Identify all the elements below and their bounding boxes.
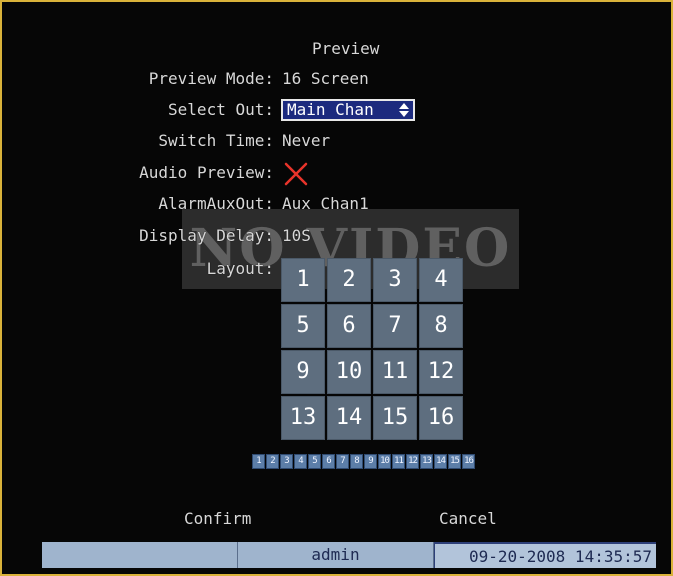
display-delay-value[interactable]: 10S bbox=[282, 226, 311, 246]
status-user: admin bbox=[238, 542, 434, 568]
channel-chip-13[interactable]: 13 bbox=[420, 454, 433, 469]
select-out-label: Select Out: bbox=[168, 100, 274, 119]
layout-cell-16[interactable]: 16 bbox=[419, 396, 463, 440]
status-datetime: 09-20-2008 14:35:57 bbox=[434, 542, 656, 568]
layout-cell-5[interactable]: 5 bbox=[281, 304, 325, 348]
channel-chip-12[interactable]: 12 bbox=[406, 454, 419, 469]
channel-chip-15[interactable]: 15 bbox=[448, 454, 461, 469]
page-title: Preview bbox=[312, 39, 380, 58]
channel-chip-2[interactable]: 2 bbox=[266, 454, 279, 469]
audio-preview-checkbox[interactable] bbox=[284, 162, 308, 186]
layout-cell-7[interactable]: 7 bbox=[373, 304, 417, 348]
layout-cell-3[interactable]: 3 bbox=[373, 258, 417, 302]
channel-chip-14[interactable]: 14 bbox=[434, 454, 447, 469]
preview-mode-label: Preview Mode: bbox=[148, 69, 274, 88]
alarm-aux-out-label: AlarmAuxOut: bbox=[158, 194, 274, 213]
layout-label: Layout: bbox=[206, 259, 274, 278]
select-out-value: Main Chan bbox=[287, 100, 374, 119]
layout-cell-13[interactable]: 13 bbox=[281, 396, 325, 440]
red-cross-icon bbox=[284, 162, 308, 186]
channel-chip-11[interactable]: 11 bbox=[392, 454, 405, 469]
layout-cell-9[interactable]: 9 bbox=[281, 350, 325, 394]
layout-cell-1[interactable]: 1 bbox=[281, 258, 325, 302]
select-out-dropdown[interactable]: Main Chan bbox=[281, 99, 415, 121]
layout-cell-14[interactable]: 14 bbox=[327, 396, 371, 440]
channel-chip-16[interactable]: 16 bbox=[462, 454, 475, 469]
channel-chip-10[interactable]: 10 bbox=[378, 454, 391, 469]
layout-cell-4[interactable]: 4 bbox=[419, 258, 463, 302]
switch-time-label: Switch Time: bbox=[158, 131, 274, 150]
confirm-button[interactable]: Confirm bbox=[184, 509, 251, 529]
audio-preview-label: Audio Preview: bbox=[139, 163, 274, 182]
alarm-aux-out-value[interactable]: Aux Chan1 bbox=[282, 194, 369, 214]
layout-cell-2[interactable]: 2 bbox=[327, 258, 371, 302]
channel-chip-6[interactable]: 6 bbox=[322, 454, 335, 469]
layout-grid: 1 2 3 4 5 6 7 8 9 10 11 12 13 14 15 16 bbox=[281, 258, 465, 446]
switch-time-value[interactable]: Never bbox=[282, 131, 330, 151]
status-bar: admin 09-20-2008 14:35:57 bbox=[42, 542, 656, 568]
layout-cell-11[interactable]: 11 bbox=[373, 350, 417, 394]
layout-cell-10[interactable]: 10 bbox=[327, 350, 371, 394]
display-delay-label: Display Delay: bbox=[139, 226, 274, 245]
status-empty-cell bbox=[42, 542, 238, 568]
channel-chip-7[interactable]: 7 bbox=[336, 454, 349, 469]
cancel-button[interactable]: Cancel bbox=[439, 509, 497, 529]
preview-screen: NO VIDEO Preview Preview Mode: 16 Screen… bbox=[0, 0, 673, 576]
preview-mode-value[interactable]: 16 Screen bbox=[282, 69, 369, 89]
channel-chip-3[interactable]: 3 bbox=[280, 454, 293, 469]
layout-cell-15[interactable]: 15 bbox=[373, 396, 417, 440]
channel-chip-5[interactable]: 5 bbox=[308, 454, 321, 469]
layout-cell-12[interactable]: 12 bbox=[419, 350, 463, 394]
channel-chip-1[interactable]: 1 bbox=[252, 454, 265, 469]
layout-cell-6[interactable]: 6 bbox=[327, 304, 371, 348]
up-down-arrows-icon bbox=[399, 103, 409, 117]
channel-chip-8[interactable]: 8 bbox=[350, 454, 363, 469]
channel-chip-9[interactable]: 9 bbox=[364, 454, 377, 469]
layout-cell-8[interactable]: 8 bbox=[419, 304, 463, 348]
channel-chip-4[interactable]: 4 bbox=[294, 454, 307, 469]
